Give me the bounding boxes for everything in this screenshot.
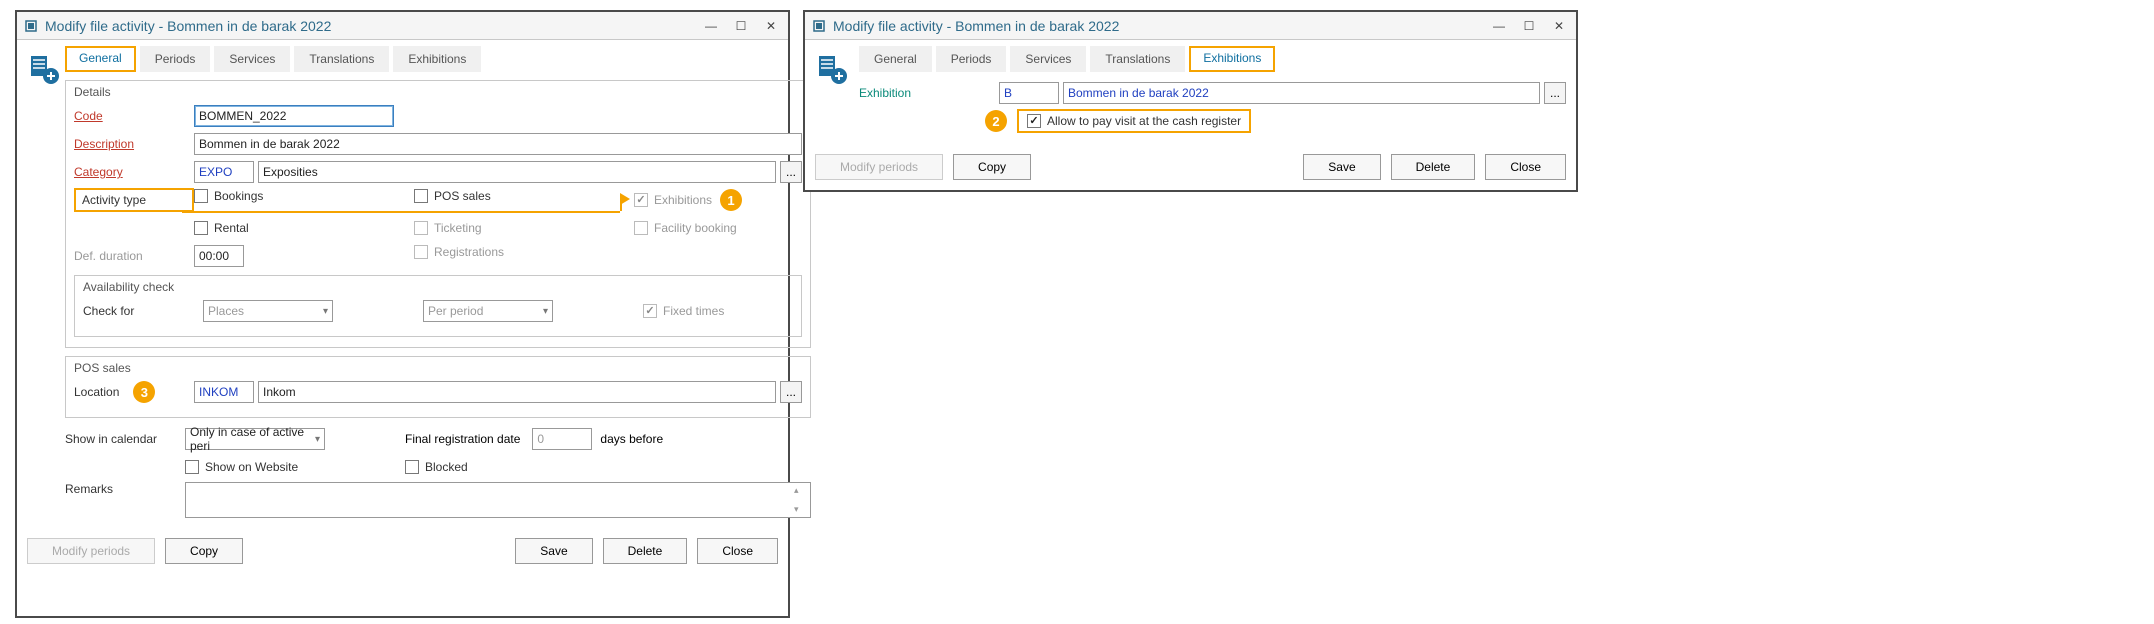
maximize-button[interactable]: ☐ [1518, 17, 1540, 35]
scrollbar[interactable]: ▴▾ [794, 485, 808, 515]
tab-periods[interactable]: Periods [140, 46, 211, 72]
group-title-pos: POS sales [74, 361, 135, 375]
close-button[interactable]: Close [697, 538, 778, 564]
titlebar: Modify file activity - Bommen in de bara… [805, 12, 1576, 40]
window-left: Modify file activity - Bommen in de bara… [15, 10, 790, 618]
chk-rental[interactable]: Rental [194, 221, 414, 235]
label-remarks: Remarks [65, 482, 185, 496]
chevron-down-icon: ▾ [315, 434, 320, 445]
chk-allow-pay[interactable]: Allow to pay visit at the cash register [1027, 114, 1241, 128]
label-days-before: days before [600, 432, 663, 446]
modify-periods-button: Modify periods [815, 154, 943, 180]
tab-periods[interactable]: Periods [936, 46, 1007, 72]
chk-exhibitions[interactable]: Exhibitions [634, 193, 712, 207]
remarks-textarea[interactable]: ▴▾ [185, 482, 811, 518]
final-reg-input[interactable]: 0 [532, 428, 592, 450]
location-value-input[interactable]: Inkom [258, 381, 776, 403]
app-icon [23, 18, 39, 34]
exhibition-browse-button[interactable]: ... [1544, 82, 1566, 104]
ellipsis-icon: ... [786, 385, 796, 399]
exhibition-code-input[interactable]: B [999, 82, 1059, 104]
chevron-down-icon: ▾ [323, 306, 328, 317]
app-icon [811, 18, 827, 34]
chk-pos-sales[interactable]: POS sales [414, 189, 634, 203]
show-calendar-select[interactable]: Only in case of active peri▾ [185, 428, 325, 450]
footer: Modify periods Copy Save Delete Close [805, 146, 1576, 190]
location-browse-button[interactable]: ... [780, 381, 802, 403]
window-controls: — ☐ ✕ [700, 17, 782, 35]
save-button[interactable]: Save [1303, 154, 1380, 180]
close-button[interactable]: Close [1485, 154, 1566, 180]
tab-strip: General Periods Services Translations Ex… [65, 46, 811, 72]
titlebar: Modify file activity - Bommen in de bara… [17, 12, 788, 40]
close-window-button[interactable]: ✕ [760, 17, 782, 35]
group-title-details: Details [74, 85, 115, 99]
tab-services[interactable]: Services [214, 46, 290, 72]
label-activity-type: Activity type [74, 188, 194, 212]
chk-blocked[interactable]: Blocked [405, 460, 625, 474]
window-title: Modify file activity - Bommen in de bara… [833, 18, 1488, 34]
minimize-button[interactable]: — [700, 17, 722, 35]
close-window-button[interactable]: ✕ [1548, 17, 1570, 35]
delete-button[interactable]: Delete [603, 538, 688, 564]
callout-3: 3 [133, 381, 155, 403]
exhibition-value-input[interactable]: Bommen in de barak 2022 [1063, 82, 1540, 104]
sidebar-icon [815, 46, 855, 136]
label-def-duration: Def. duration [74, 249, 194, 263]
tab-strip: General Periods Services Translations Ex… [859, 46, 1566, 72]
location-code-input[interactable]: INKOM [194, 381, 254, 403]
window-controls: — ☐ ✕ [1488, 17, 1570, 35]
category-code-input[interactable]: EXPO [194, 161, 254, 183]
minimize-button[interactable]: — [1488, 17, 1510, 35]
tab-exhibitions[interactable]: Exhibitions [393, 46, 481, 72]
delete-button[interactable]: Delete [1391, 154, 1476, 180]
tab-services[interactable]: Services [1010, 46, 1086, 72]
copy-button[interactable]: Copy [953, 154, 1031, 180]
group-availability: Availability check Check for Places▾ Per… [74, 275, 802, 337]
group-title-availability: Availability check [83, 280, 178, 294]
ellipsis-icon: ... [1550, 86, 1560, 100]
chk-facility: Facility booking [634, 221, 737, 235]
description-input[interactable]: Bommen in de barak 2022 [194, 133, 802, 155]
group-pos-sales: POS sales Location 3 INKOM Inkom ... [65, 356, 811, 418]
ellipsis-icon: ... [786, 165, 796, 179]
label-check-for: Check for [83, 304, 203, 318]
label-exhibition: Exhibition [859, 86, 999, 100]
modify-periods-button: Modify periods [27, 538, 155, 564]
code-input[interactable]: BOMMEN_2022 [194, 105, 394, 127]
label-description[interactable]: Description [74, 137, 194, 151]
label-code[interactable]: Code [74, 109, 194, 123]
chk-registrations: Registrations [414, 245, 634, 259]
category-value-input[interactable]: Exposities [258, 161, 776, 183]
label-category[interactable]: Category [74, 165, 194, 179]
chk-show-website[interactable]: Show on Website [185, 460, 405, 474]
chevron-down-icon: ▾ [543, 306, 548, 317]
window-title: Modify file activity - Bommen in de bara… [45, 18, 700, 34]
label-location: Location 3 [74, 381, 194, 403]
callout-1: 1 [720, 189, 742, 211]
label-final-reg: Final registration date [405, 432, 520, 446]
copy-button[interactable]: Copy [165, 538, 243, 564]
footer: Modify periods Copy Save Delete Close [17, 530, 788, 574]
period-select[interactable]: Per period▾ [423, 300, 553, 322]
maximize-button[interactable]: ☐ [730, 17, 752, 35]
tab-translations[interactable]: Translations [294, 46, 389, 72]
callout-2: 2 [985, 110, 1007, 132]
tab-translations[interactable]: Translations [1090, 46, 1185, 72]
tab-general[interactable]: General [65, 46, 136, 72]
tab-general[interactable]: General [859, 46, 932, 72]
label-show-calendar: Show in calendar [65, 432, 185, 446]
group-details: Details Code BOMMEN_2022 Description Bom… [65, 80, 811, 348]
category-browse-button[interactable]: ... [780, 161, 802, 183]
chk-ticketing: Ticketing [414, 221, 634, 235]
sidebar-icon [27, 46, 61, 520]
def-duration-input[interactable]: 00:00 [194, 245, 244, 267]
check-for-select[interactable]: Places▾ [203, 300, 333, 322]
chk-fixed-times: Fixed times [643, 304, 724, 318]
tab-exhibitions[interactable]: Exhibitions [1189, 46, 1275, 72]
save-button[interactable]: Save [515, 538, 592, 564]
chk-bookings[interactable]: Bookings [194, 189, 414, 203]
window-right: Modify file activity - Bommen in de bara… [803, 10, 1578, 192]
